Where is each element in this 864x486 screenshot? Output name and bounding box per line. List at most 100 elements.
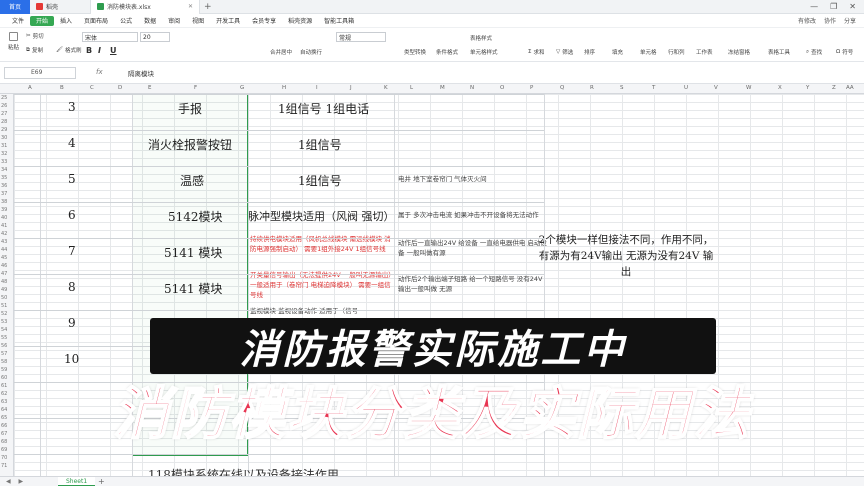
menu-insert[interactable]: 插入 (54, 14, 78, 28)
column-label[interactable]: U (684, 85, 688, 91)
row-label[interactable]: 55 (1, 335, 7, 341)
row-label[interactable]: 57 (1, 351, 7, 357)
bold-button[interactable]: B (86, 46, 92, 55)
cell-name[interactable]: 温感 (180, 172, 204, 189)
row-label[interactable]: 48 (1, 279, 7, 285)
row-label[interactable]: 44 (1, 247, 7, 253)
column-label[interactable]: C (90, 85, 94, 91)
row-label[interactable]: 65 (1, 415, 7, 421)
row-label[interactable]: 61 (1, 383, 7, 389)
freeze-panes-button[interactable]: 冻结窗格 (728, 48, 750, 56)
menu-developer[interactable]: 开发工具 (210, 14, 246, 28)
worksheet-button[interactable]: 工作表 (696, 48, 713, 56)
column-label[interactable]: J (350, 85, 352, 91)
column-label[interactable]: A (28, 85, 32, 91)
merge-center-button[interactable]: 合并居中 (270, 48, 292, 56)
column-label[interactable]: AA (846, 85, 854, 91)
column-label[interactable]: X (778, 85, 782, 91)
column-label[interactable]: M (440, 85, 445, 91)
column-label[interactable]: W (746, 85, 751, 91)
column-label[interactable]: Z (832, 85, 836, 91)
row-label[interactable]: 45 (1, 255, 7, 261)
table-tools-button[interactable]: 表格工具 (768, 48, 790, 56)
row-label[interactable]: 56 (1, 343, 7, 349)
menu-review[interactable]: 审阅 (162, 14, 186, 28)
cell-name[interactable]: 5141 模块 (164, 244, 222, 261)
menu-member[interactable]: 会员专享 (246, 14, 282, 28)
sheet-nav-arrows[interactable]: ◀ ▶ (6, 478, 26, 485)
column-label[interactable]: S (620, 85, 624, 91)
cell-no[interactable]: 5 (68, 172, 76, 186)
font-size-select[interactable]: 20 (140, 32, 170, 42)
formula-input[interactable]: 隔离模块 (128, 68, 154, 78)
row-label[interactable]: 68 (1, 439, 7, 445)
cell-no[interactable]: 7 (68, 244, 76, 258)
close-window-button[interactable]: ✕ (849, 2, 856, 11)
conditional-format-button[interactable]: 条件格式 (436, 48, 458, 56)
row-label[interactable]: 59 (1, 367, 7, 373)
row-label[interactable]: 25 (1, 95, 7, 101)
cut-button[interactable]: ✂ 剪切 (26, 32, 44, 40)
cell-name[interactable]: 手报 (178, 100, 202, 117)
row-label[interactable]: 64 (1, 407, 7, 413)
column-label[interactable]: N (470, 85, 474, 91)
collaborate-button[interactable]: 协作 (824, 16, 836, 25)
copy-button[interactable]: ⧉ 复制 (26, 46, 43, 55)
cell-name[interactable]: 5141 模块 (164, 280, 222, 297)
sheet-tab-sheet1[interactable]: Sheet1 (58, 477, 96, 486)
row-label[interactable]: 53 (1, 319, 7, 325)
column-label[interactable]: Q (560, 85, 564, 91)
row-label[interactable]: 36 (1, 183, 7, 189)
maximize-button[interactable]: ❐ (830, 2, 837, 11)
row-label[interactable]: 29 (1, 127, 7, 133)
column-label[interactable]: H (282, 85, 286, 91)
find-button[interactable]: ⌕ 查找 (806, 48, 822, 57)
column-label[interactable]: B (60, 85, 64, 91)
row-label[interactable]: 46 (1, 263, 7, 269)
row-label[interactable]: 63 (1, 399, 7, 405)
cell-signal[interactable]: 持续供电模块适用（风机总线模块 需远线模块 消防电源强制启动） 需要1组外接24… (250, 234, 396, 254)
cell-remark[interactable]: 动作后一直输出24V 给设备 一直给电器供电 启动设备 一般叫做有源 (398, 238, 548, 258)
row-label[interactable]: 33 (1, 159, 7, 165)
menu-docer-resources[interactable]: 稻壳资源 (282, 14, 318, 28)
row-label[interactable]: 70 (1, 455, 7, 461)
row-label[interactable]: 41 (1, 223, 7, 229)
column-label[interactable]: Y (806, 85, 809, 91)
tab-file[interactable]: 消防模块表.xlsx ✕ (90, 0, 200, 14)
menu-data[interactable]: 数据 (138, 14, 162, 28)
menu-start[interactable]: 开始 (30, 15, 55, 26)
cell-no[interactable]: 10 (64, 352, 79, 366)
row-label[interactable]: 69 (1, 447, 7, 453)
new-tab-button[interactable]: + (200, 2, 216, 12)
tab-home[interactable]: 首页 (0, 0, 30, 14)
cell-no[interactable]: 3 (68, 100, 76, 114)
underline-button[interactable]: U (110, 46, 117, 55)
column-label[interactable]: O (500, 85, 504, 91)
row-label[interactable]: 60 (1, 375, 7, 381)
number-format-select[interactable]: 常规 (336, 32, 386, 42)
menu-page-layout[interactable]: 页面布局 (78, 14, 114, 28)
row-label[interactable]: 50 (1, 295, 7, 301)
column-label[interactable]: D (118, 85, 122, 91)
row-label[interactable]: 27 (1, 111, 7, 117)
cell-name[interactable]: 消火栓报警按钮 (148, 136, 232, 153)
name-box[interactable]: E69 (4, 67, 76, 79)
sum-button[interactable]: Σ 求和 (528, 48, 545, 56)
close-tab-icon[interactable]: ✕ (188, 3, 193, 10)
cell-remark[interactable]: 电井 地下室卷帘门 气体灭火间 (398, 174, 548, 184)
menu-file[interactable]: 文件 (6, 14, 30, 28)
row-label[interactable]: 28 (1, 119, 7, 125)
cell-signal[interactable]: 1组信号 (298, 136, 342, 153)
row-label[interactable]: 54 (1, 327, 7, 333)
share-button[interactable]: 分享 (844, 16, 856, 25)
row-label[interactable]: 32 (1, 151, 7, 157)
row-label[interactable]: 47 (1, 271, 7, 277)
column-label[interactable]: P (530, 85, 533, 91)
row-label[interactable]: 71 (1, 463, 7, 469)
add-sheet-button[interactable]: + (98, 477, 105, 486)
column-label[interactable]: G (240, 85, 244, 91)
row-label[interactable]: 38 (1, 199, 7, 205)
column-label[interactable]: K (384, 85, 388, 91)
cell-signal[interactable]: 1组信号 (298, 172, 342, 189)
row-label[interactable]: 30 (1, 135, 7, 141)
